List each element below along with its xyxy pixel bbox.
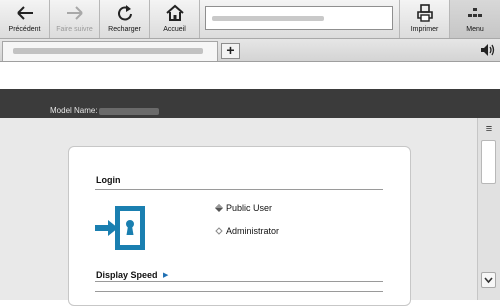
menu-label: Menu [466, 26, 484, 33]
model-name-redacted [99, 108, 159, 115]
display-speed-divider [95, 281, 383, 282]
browser-toolbar: Précédent Faire suivre Recharger Accueil [0, 0, 500, 39]
speaker-icon[interactable] [480, 42, 496, 58]
reload-icon [117, 5, 132, 21]
scroll-menu-icon[interactable]: ≡ [481, 122, 497, 136]
radio-administrator[interactable]: Administrator [215, 226, 279, 236]
tab-bar: + [0, 39, 500, 62]
radio-public-user[interactable]: Public User [215, 203, 272, 213]
address-bar[interactable] [205, 6, 393, 30]
arrow-right-icon [66, 6, 83, 20]
printer-icon [416, 4, 433, 22]
menu-grid-icon [468, 8, 482, 17]
reload-label: Recharger [108, 26, 141, 33]
reload-button[interactable]: Recharger [100, 0, 150, 38]
model-name-label: Model Name: [50, 106, 98, 115]
display-speed-divider-lower [95, 291, 383, 292]
login-divider [95, 189, 383, 190]
radio-selected-icon [215, 204, 223, 212]
browser-tab[interactable] [2, 41, 218, 61]
address-bar-area [200, 0, 399, 38]
forward-button[interactable]: Faire suivre [50, 0, 100, 38]
print-label: Imprimer [410, 26, 439, 33]
back-label: Précédent [8, 26, 41, 33]
home-icon [165, 4, 184, 21]
scrollbar-thumb[interactable] [481, 140, 496, 184]
expand-arrow-icon[interactable]: ▶ [163, 271, 168, 279]
display-speed-heading[interactable]: Display Speed [96, 270, 158, 280]
page-top-blank [0, 62, 500, 89]
print-button[interactable]: Imprimer [399, 0, 450, 38]
home-button[interactable]: Accueil [150, 0, 200, 38]
back-button[interactable]: Précédent [0, 0, 50, 38]
arrow-left-icon [16, 6, 33, 20]
radio-administrator-label: Administrator [226, 226, 280, 236]
chevron-down-icon [484, 277, 493, 284]
home-label: Accueil [163, 26, 186, 33]
door-enter-icon [95, 206, 145, 250]
radio-unselected-icon [215, 227, 223, 235]
new-tab-button[interactable]: + [221, 43, 240, 59]
forward-label: Faire suivre [56, 26, 93, 33]
radio-public-user-label: Public User [226, 203, 273, 213]
address-redacted [212, 16, 324, 21]
scroll-down-button[interactable] [481, 272, 496, 288]
login-heading: Login [96, 175, 121, 185]
tab-title-redacted [13, 48, 203, 54]
menu-button[interactable]: Menu [450, 0, 500, 38]
